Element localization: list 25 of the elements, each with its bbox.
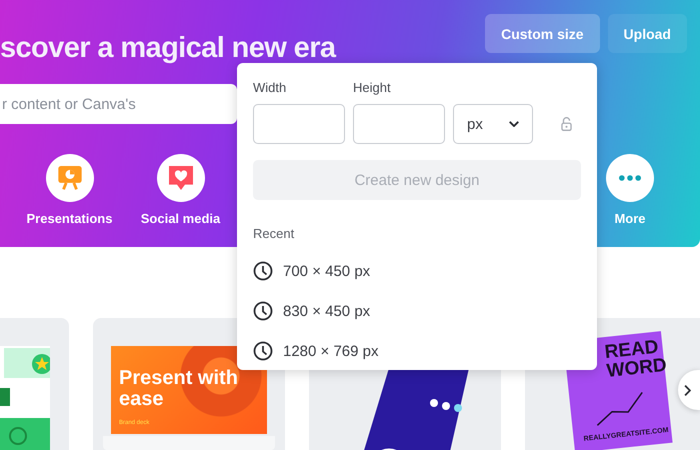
recent-size-item[interactable]: 700 × 450 px <box>253 251 581 291</box>
custom-size-button[interactable]: Custom size <box>485 14 600 53</box>
height-input[interactable] <box>353 104 445 144</box>
heart-message-icon <box>168 166 192 190</box>
chevron-right-icon <box>684 384 691 396</box>
category-item[interactable]: More <box>590 154 670 226</box>
clock-icon <box>253 261 273 281</box>
slide-title: Present with ease <box>119 368 239 410</box>
height-label: Height <box>353 80 391 95</box>
width-input[interactable] <box>253 104 345 144</box>
chevron-down-icon <box>509 121 519 127</box>
width-label: Width <box>253 80 288 95</box>
presentation-icon <box>58 166 82 190</box>
search-field[interactable]: r content or Canva's <box>0 84 237 124</box>
more-icon <box>619 175 641 181</box>
upload-button[interactable]: Upload <box>608 14 687 53</box>
clock-icon <box>253 301 273 321</box>
lock-icon[interactable] <box>561 117 572 131</box>
poster-heading: READ WORD <box>604 336 668 381</box>
category-item[interactable]: Social media <box>125 154 236 226</box>
category-item[interactable]: Presentations <box>14 154 125 226</box>
hero-heading: scover a magical new era <box>0 32 336 64</box>
unit-dropdown[interactable]: px <box>453 104 533 144</box>
recent-heading: Recent <box>253 226 296 241</box>
clock-icon <box>253 341 273 361</box>
